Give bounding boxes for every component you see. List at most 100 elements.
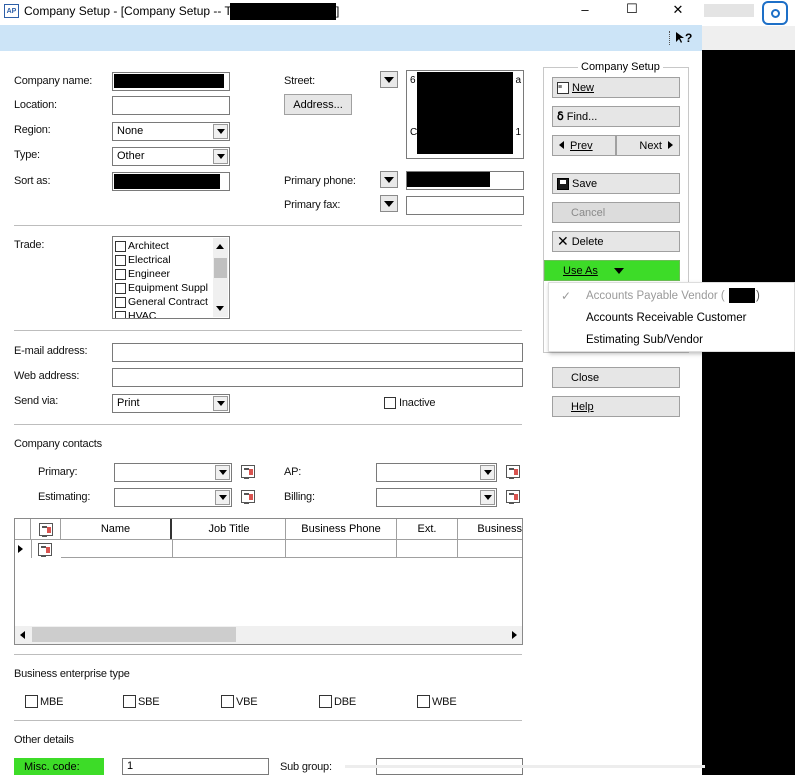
trade-scrollbar[interactable]: [213, 238, 228, 317]
trade-label-text: Engineer: [128, 268, 171, 280]
trade-item[interactable]: Architect: [115, 239, 169, 253]
address-button[interactable]: Address...: [284, 94, 352, 115]
column-header-name[interactable]: Name: [61, 519, 172, 539]
region-select[interactable]: None: [112, 122, 230, 141]
email-input[interactable]: [112, 343, 523, 362]
redacted-street: [417, 72, 513, 154]
street-line2-end: 1: [515, 127, 521, 138]
trade-checkbox[interactable]: [115, 310, 126, 318]
scroll-left-icon[interactable]: [20, 631, 25, 639]
toolbar-strip: [0, 25, 702, 51]
background-window-bar: [702, 26, 795, 50]
title-bar: AP Company Setup - [Company Setup -- T ]…: [0, 0, 702, 25]
background-window-strip: [704, 4, 754, 17]
location-input[interactable]: [112, 96, 230, 115]
sort-as-label: Sort as:: [14, 175, 51, 187]
street-line1-start: 6: [410, 75, 416, 86]
next-button[interactable]: Next: [616, 135, 680, 156]
chevron-down-icon: [215, 465, 230, 480]
estimating-contact-select[interactable]: [114, 488, 232, 507]
maximize-button[interactable]: ☐: [622, 1, 642, 21]
save-button[interactable]: Save: [552, 173, 680, 194]
column-header-ext[interactable]: Ext.: [397, 519, 458, 539]
trade-item[interactable]: HVAC: [115, 309, 156, 318]
binoculars-icon: ẟ: [557, 111, 564, 123]
grid-new-row[interactable]: [61, 540, 522, 558]
bet-checkbox-dbe[interactable]: [319, 695, 332, 708]
scroll-thumb[interactable]: [214, 258, 227, 278]
menu-item-estimating-sub-vendor[interactable]: Estimating Sub/Vendor: [586, 334, 703, 346]
scroll-right-icon[interactable]: [512, 631, 517, 639]
floppy-icon: [557, 177, 569, 190]
column-header-business-phone[interactable]: Business Phone: [286, 519, 397, 539]
trade-item[interactable]: Electrical: [115, 253, 171, 267]
close-window-button[interactable]: ✕: [668, 2, 688, 22]
phone-dropdown-button[interactable]: [380, 171, 398, 188]
menu-item-accounts-payable-vendor[interactable]: Accounts Payable Vendor (: [586, 290, 725, 302]
checkmark-icon: ✓: [561, 289, 572, 303]
new-button[interactable]: ≡ New: [552, 77, 680, 98]
close-button[interactable]: Close: [552, 367, 680, 388]
bet-checkbox-mbe[interactable]: [25, 695, 38, 708]
screen-capture-icon[interactable]: [762, 1, 788, 25]
trade-label-text: Architect: [128, 240, 169, 252]
scroll-down-icon[interactable]: [216, 306, 224, 311]
sub-group-label: Sub group:: [280, 761, 332, 773]
minimize-button[interactable]: –: [575, 2, 595, 22]
ap-contact-label: AP:: [284, 466, 302, 478]
window-title: Company Setup - [Company Setup -- T: [24, 4, 232, 18]
row-lookup-icon[interactable]: [38, 543, 52, 557]
menu-item-accounts-receivable-customer[interactable]: Accounts Receivable Customer: [586, 312, 746, 324]
trade-checkbox[interactable]: [115, 254, 126, 266]
primary-fax-input[interactable]: [406, 196, 524, 215]
send-via-select[interactable]: Print: [112, 394, 230, 413]
bet-checkbox-sbe[interactable]: [123, 695, 136, 708]
redacted-phone: [407, 172, 490, 187]
inactive-checkbox[interactable]: [384, 397, 396, 409]
prev-button[interactable]: Prev: [552, 135, 616, 156]
billing-contact-select[interactable]: [376, 488, 497, 507]
trade-item[interactable]: Engineer: [115, 267, 170, 281]
context-help-icon[interactable]: ?: [676, 29, 696, 47]
contact-lookup-icon[interactable]: [506, 490, 520, 504]
ap-contact-select[interactable]: [376, 463, 497, 482]
send-via-label: Send via:: [14, 395, 59, 407]
redacted-sort-as: [114, 174, 220, 189]
primary-phone-label: Primary phone:: [284, 175, 356, 187]
trade-item[interactable]: Equipment Suppl: [115, 281, 208, 295]
trade-listbox[interactable]: Architect Electrical Engineer Equipment Sup…: [112, 236, 230, 319]
scroll-up-icon[interactable]: [216, 244, 224, 249]
contact-lookup-icon[interactable]: [241, 490, 255, 504]
chevron-down-icon: [213, 149, 228, 164]
delete-button[interactable]: ✕ Delete: [552, 231, 680, 252]
contact-lookup-icon[interactable]: [506, 465, 520, 479]
street-dropdown-button[interactable]: [380, 71, 398, 88]
find-button[interactable]: ẟ Find...: [552, 106, 680, 127]
primary-contact-select[interactable]: [114, 463, 232, 482]
trade-item[interactable]: General Contract: [115, 295, 208, 309]
misc-code-input[interactable]: 1: [122, 758, 269, 775]
bet-checkbox-wbe[interactable]: [417, 695, 430, 708]
group-label: Company Setup: [578, 61, 663, 73]
app-icon: AP: [4, 4, 19, 18]
grid-icon-header: [31, 519, 61, 539]
trade-checkbox[interactable]: [115, 240, 126, 252]
bet-label-sbe: SBE: [138, 696, 160, 708]
use-as-button[interactable]: Use As: [544, 260, 680, 281]
help-button[interactable]: Help: [552, 396, 680, 417]
bet-label-vbe: VBE: [236, 696, 258, 708]
web-address-input[interactable]: [112, 368, 523, 387]
grid-header-icon: [38, 522, 53, 537]
column-header-business[interactable]: Business: [458, 519, 522, 539]
bet-checkbox-vbe[interactable]: [221, 695, 234, 708]
fax-dropdown-button[interactable]: [380, 195, 398, 212]
grid-hscrollbar[interactable]: [15, 626, 522, 644]
street-label: Street:: [284, 75, 316, 87]
trade-checkbox[interactable]: [115, 268, 126, 280]
trade-checkbox[interactable]: [115, 296, 126, 308]
trade-checkbox[interactable]: [115, 282, 126, 294]
scroll-thumb[interactable]: [32, 627, 236, 642]
column-header-job-title[interactable]: Job Title: [173, 519, 286, 539]
type-select[interactable]: Other: [112, 147, 230, 166]
contact-lookup-icon[interactable]: [241, 465, 255, 479]
